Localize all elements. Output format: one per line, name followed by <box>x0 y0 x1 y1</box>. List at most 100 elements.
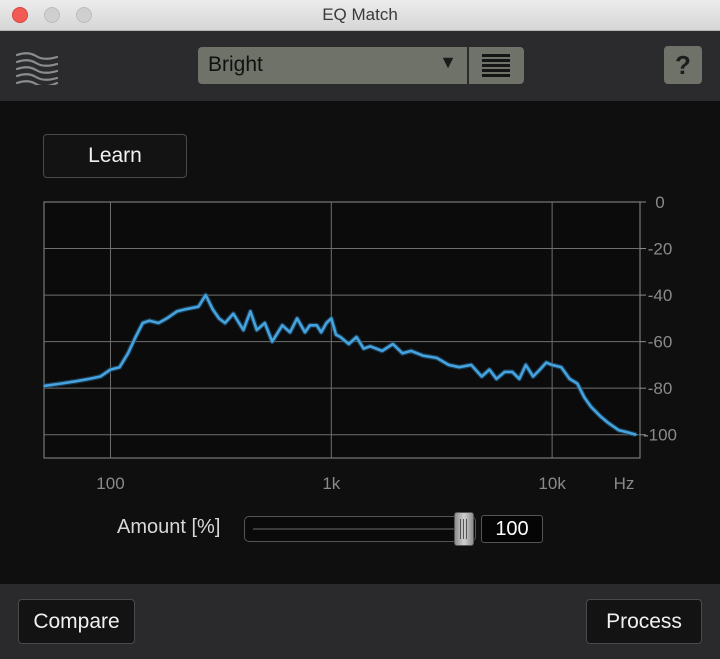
x-tick-label: 10k <box>538 474 566 493</box>
spectrum-point <box>118 366 121 369</box>
y-tick-label: -60 <box>648 333 673 352</box>
spectrum-point <box>43 384 45 387</box>
spectrum-point <box>157 322 160 324</box>
y-tick-label: 0 <box>655 196 664 212</box>
spectrum-point <box>325 322 328 324</box>
spectrum-point <box>204 294 207 296</box>
learn-button[interactable]: Learn <box>43 134 187 178</box>
spectrum-point <box>99 375 102 378</box>
spectrum-point <box>524 364 527 366</box>
y-tick-label: -40 <box>648 286 673 305</box>
spectrum-point <box>545 361 548 364</box>
spectrum-point <box>134 336 137 338</box>
preset-menu-button[interactable] <box>469 47 524 84</box>
spectrum-point <box>347 343 350 345</box>
spectrum-point <box>218 317 220 320</box>
spectrum-point <box>304 331 306 334</box>
amount-slider[interactable] <box>244 516 476 542</box>
x-tick-label: 1k <box>322 474 340 493</box>
spectrum-point <box>263 322 266 324</box>
spectrum-point <box>635 433 637 436</box>
spectrum-point <box>617 429 620 431</box>
x-tick-label: 100 <box>96 474 124 493</box>
spectrum-point <box>109 368 112 371</box>
spectrum-point <box>355 336 358 338</box>
spectrum-point <box>315 324 318 327</box>
spectrum-point <box>249 310 252 313</box>
spectrum-point <box>242 329 245 331</box>
spectrum-point <box>165 317 168 320</box>
spectrum-point <box>88 377 90 380</box>
process-button[interactable]: Process <box>586 599 702 644</box>
spectrum-point <box>381 350 384 352</box>
spectrum-point <box>511 370 514 373</box>
spectrum-point <box>271 340 274 343</box>
spectrum-point <box>626 431 629 434</box>
spectrum-point <box>538 368 541 371</box>
plot-frame <box>43 201 641 459</box>
help-button[interactable]: ? <box>664 46 702 84</box>
spectrum-point <box>447 364 450 366</box>
spectrum-point <box>560 366 563 369</box>
spectrum-point <box>211 308 214 310</box>
amount-slider-thumb[interactable] <box>454 512 474 546</box>
spectrum-point <box>339 336 342 338</box>
amount-label: Amount [%] <box>117 516 221 538</box>
spectrum-point <box>568 377 571 380</box>
spectrum-point <box>435 357 438 359</box>
spectrum-point <box>176 310 178 313</box>
spectrum-point <box>503 370 506 373</box>
spectrum-point <box>590 405 592 408</box>
amount-slider-line <box>253 528 461 530</box>
spectrum-point <box>480 375 483 378</box>
y-tick-label: -100 <box>643 426 677 445</box>
spectrum-point <box>599 415 602 418</box>
title-bar: EQ Match <box>0 0 720 31</box>
spectrum-point <box>488 368 491 371</box>
list-menu-icon <box>482 54 510 77</box>
dropdown-arrow-icon: ▼ <box>439 52 457 72</box>
waves-logo-icon <box>16 52 58 85</box>
spectrum-point <box>551 364 554 366</box>
amount-value-field[interactable]: 100 <box>481 515 543 543</box>
spectrum-point <box>458 366 461 369</box>
spectrum-point <box>296 317 298 320</box>
spectrum-point <box>335 333 337 336</box>
spectrum-point <box>470 364 473 366</box>
y-tick-label: -20 <box>648 240 673 259</box>
spectrum-point <box>224 322 226 324</box>
spectrum-point <box>422 354 424 357</box>
preset-selected-label: Bright <box>208 53 263 76</box>
spectrum-point <box>289 331 291 334</box>
spectrum-point <box>532 375 534 378</box>
spectrum-point <box>369 345 372 348</box>
spectrum-point <box>362 347 365 350</box>
spectrum-point <box>60 382 63 385</box>
spectrum-point <box>148 319 151 322</box>
spectrum-point <box>607 422 610 424</box>
spectrum-point <box>197 305 200 308</box>
spectrum-point <box>576 382 579 385</box>
spectrum-point <box>281 324 284 327</box>
spectrum-point <box>127 352 129 355</box>
spectrum-point <box>232 312 235 315</box>
compare-button[interactable]: Compare <box>18 599 135 644</box>
spectrum-point <box>75 380 78 383</box>
eq-spectrum-graph: 0 -20 -40 -60 -80 -100 100 1k 10k Hz <box>43 196 677 493</box>
spectrum-point <box>410 350 413 352</box>
spectrum-point <box>255 329 258 331</box>
spectrum-point <box>185 308 187 310</box>
spectrum-point <box>141 322 144 324</box>
spectrum-point <box>495 377 498 380</box>
preset-dropdown[interactable]: Bright ▼ <box>198 47 467 84</box>
spectrum-point <box>518 377 521 380</box>
spectrum-point <box>330 317 333 320</box>
x-axis-unit-label: Hz <box>614 474 635 493</box>
spectrum-point <box>320 331 323 334</box>
spectrum-point <box>583 396 586 399</box>
spectrum-point <box>308 324 311 327</box>
y-tick-label: -80 <box>648 379 673 398</box>
spectrum-point <box>391 343 394 345</box>
spectrum-point <box>401 352 404 355</box>
window-title: EQ Match <box>322 5 398 24</box>
